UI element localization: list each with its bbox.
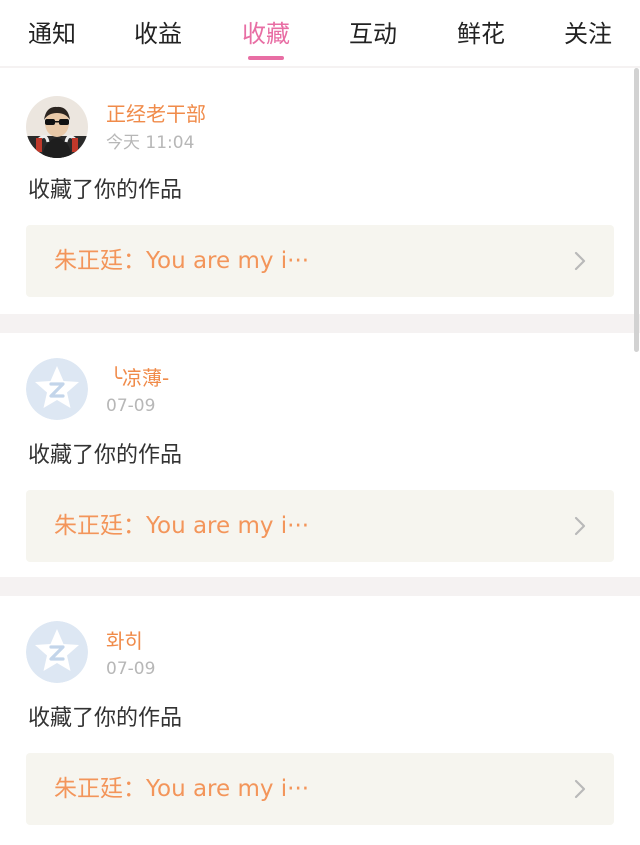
timestamp: 07-09 [106, 396, 156, 416]
username[interactable]: 正经老干部 [106, 101, 206, 127]
action-text: 收藏了你的作品 [28, 443, 183, 468]
tab-following[interactable]: 关注 [548, 17, 628, 51]
tab-flowers[interactable]: 鲜花 [441, 17, 521, 51]
tab-earnings[interactable]: 收益 [118, 17, 198, 51]
work-title: 朱正廷：You are my i··· [54, 776, 310, 802]
default-z-avatar-icon[interactable] [26, 358, 88, 420]
chevron-right-icon [574, 251, 586, 271]
user-photo-avatar[interactable] [26, 96, 88, 158]
work-link[interactable]: 朱正廷：You are my i··· [26, 490, 614, 562]
work-title: 朱正廷：You are my i··· [54, 513, 310, 539]
notification-card: 화히 07-09 收藏了你的作品 朱正廷：You are my i··· [0, 596, 640, 845]
timestamp: 07-09 [106, 659, 156, 679]
tab-favorites[interactable]: 收藏 [226, 17, 306, 51]
username[interactable]: 화히 [106, 628, 143, 654]
work-link[interactable]: 朱正廷：You are my i··· [26, 225, 614, 297]
timestamp: 今天 11:04 [106, 133, 195, 153]
work-link[interactable]: 朱正廷：You are my i··· [26, 753, 614, 825]
default-z-avatar-icon[interactable] [26, 621, 88, 683]
chevron-right-icon [574, 779, 586, 799]
action-text: 收藏了你的作品 [28, 178, 183, 203]
notification-card: ╰凉薄- 07-09 收藏了你的作品 朱正廷：You are my i··· [0, 333, 640, 577]
work-title: 朱正廷：You are my i··· [54, 248, 310, 274]
tab-bar: 通知 收益 收藏 互动 鲜花 关注 [0, 0, 640, 66]
scrollbar[interactable] [634, 68, 639, 352]
username[interactable]: ╰凉薄- [110, 365, 169, 391]
tab-interactions[interactable]: 互动 [333, 17, 413, 51]
notification-card: 正经老干部 今天 11:04 收藏了你的作品 朱正廷：You are my i·… [0, 68, 640, 314]
action-text: 收藏了你的作品 [28, 706, 183, 731]
chevron-right-icon [574, 516, 586, 536]
tab-notifications[interactable]: 通知 [12, 17, 92, 51]
active-tab-indicator [248, 56, 284, 60]
